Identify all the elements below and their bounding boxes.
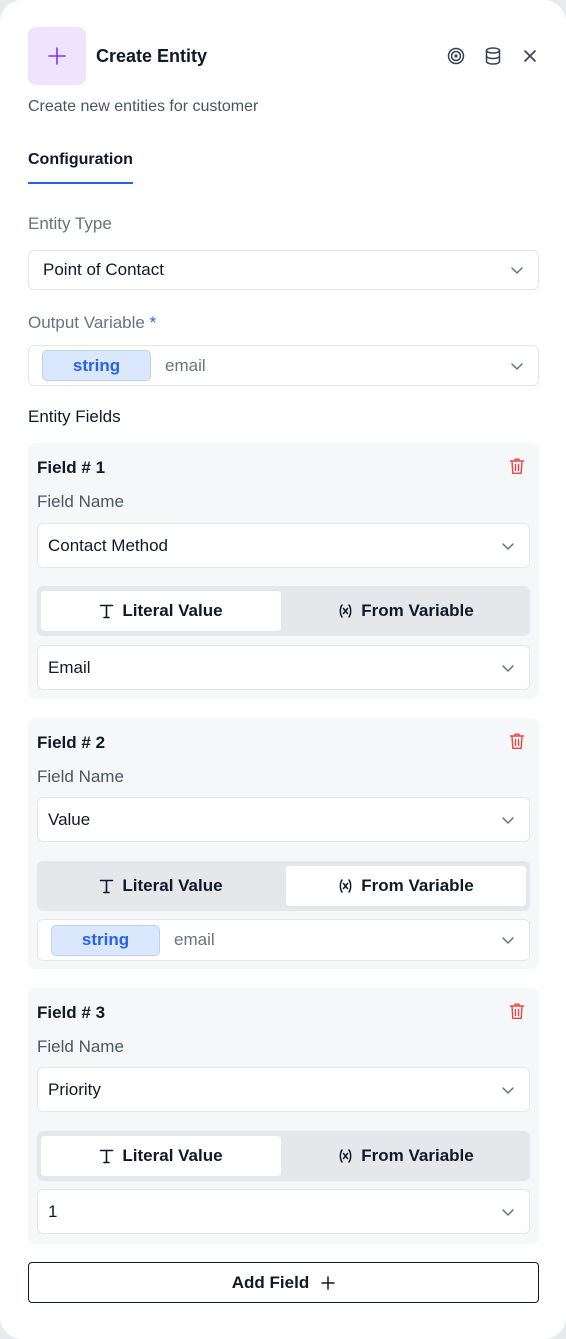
field-name-select[interactable]: Value [37, 797, 530, 842]
panel-title: Create Entity [96, 46, 208, 66]
type-badge: string [42, 350, 151, 381]
trash-icon[interactable] [509, 1002, 525, 1020]
literal-value-option[interactable]: Literal Value [41, 591, 281, 631]
text-icon [100, 1149, 114, 1164]
field-name-value: Contact Method [48, 535, 169, 555]
chevron-down-icon [502, 1208, 514, 1216]
chevron-down-icon [502, 664, 514, 672]
target-icon[interactable] [445, 44, 466, 68]
from-variable-option[interactable]: From Variable [286, 1136, 526, 1176]
field-title: Field # 3 [37, 1003, 106, 1022]
tab-configuration[interactable]: Configuration [28, 148, 133, 184]
trash-icon[interactable] [509, 732, 525, 750]
create-entity-panel: Create Entity Create new entities for cu… [0, 0, 566, 1339]
chevron-down-icon [502, 816, 514, 824]
output-variable-label: Output Variable * [28, 312, 156, 334]
from-variable-label: From Variable [361, 876, 474, 895]
output-variable-label-text: Output Variable [28, 313, 145, 332]
field-card-1: Field # 1 Field Name Contact Method Lite… [28, 443, 539, 699]
entity-type-select[interactable]: Point of Contact [28, 250, 539, 290]
literal-value-label: Literal Value [122, 601, 223, 620]
entity-fields-title: Entity Fields [28, 407, 121, 426]
value-mode-toggle: Literal Value From Variable [37, 861, 530, 911]
chevron-down-icon [502, 937, 514, 944]
field-value-select[interactable]: Email [37, 645, 530, 690]
output-variable-placeholder: email [165, 355, 206, 375]
trash-icon[interactable] [509, 457, 525, 475]
add-field-label: Add Field [231, 1272, 310, 1292]
field-card-2: Field # 2 Field Name Value Literal Value… [28, 718, 539, 969]
field-variable-placeholder: email [174, 930, 215, 949]
field-name-select[interactable]: Priority [37, 1067, 530, 1112]
field-name-label: Field Name [37, 1037, 124, 1056]
from-variable-option[interactable]: From Variable [286, 591, 526, 631]
literal-value-label: Literal Value [122, 876, 223, 895]
value-mode-toggle: Literal Value From Variable [37, 1131, 530, 1181]
from-variable-label: From Variable [361, 601, 474, 620]
required-marker: * [149, 313, 157, 332]
literal-value-option[interactable]: Literal Value [41, 866, 281, 906]
panel-subtitle: Create new entities for customer [28, 98, 259, 115]
text-icon [100, 879, 114, 894]
plus-icon [321, 1275, 335, 1290]
field-title: Field # 2 [37, 733, 106, 752]
entity-type-label: Entity Type [28, 214, 112, 233]
close-icon[interactable] [519, 44, 540, 68]
field-name-value: Value [48, 809, 91, 829]
field-value-select[interactable]: 1 [37, 1189, 530, 1234]
header-actions [445, 44, 540, 68]
text-icon [100, 604, 114, 619]
variable-icon [339, 1149, 352, 1163]
literal-value-label: Literal Value [122, 1146, 223, 1165]
field-value: 1 [48, 1201, 58, 1221]
literal-value-option[interactable]: Literal Value [41, 1136, 281, 1176]
add-field-button[interactable]: Add Field [28, 1262, 539, 1303]
chevron-down-icon [511, 362, 523, 370]
field-title: Field # 1 [37, 458, 106, 477]
chevron-down-icon [511, 267, 523, 274]
entity-type-value: Point of Contact [43, 260, 164, 279]
value-mode-toggle: Literal Value From Variable [37, 586, 530, 636]
output-variable-select[interactable]: string email [28, 345, 539, 386]
variable-icon [339, 604, 352, 618]
chevron-down-icon [502, 542, 514, 550]
from-variable-label: From Variable [361, 1146, 474, 1165]
from-variable-option[interactable]: From Variable [286, 866, 526, 906]
field-card-3: Field # 3 Field Name Priority Literal Va… [28, 988, 539, 1244]
field-name-label: Field Name [37, 492, 124, 511]
type-badge: string [51, 924, 160, 956]
plus-icon [28, 27, 86, 85]
variable-icon [339, 879, 352, 893]
field-name-label: Field Name [37, 767, 124, 786]
field-name-value: Priority [48, 1079, 101, 1099]
field-variable-select[interactable]: string email [37, 919, 530, 961]
database-icon[interactable] [482, 44, 503, 68]
field-value: Email [48, 657, 91, 677]
chevron-down-icon [502, 1086, 514, 1094]
field-name-select[interactable]: Contact Method [37, 523, 530, 568]
